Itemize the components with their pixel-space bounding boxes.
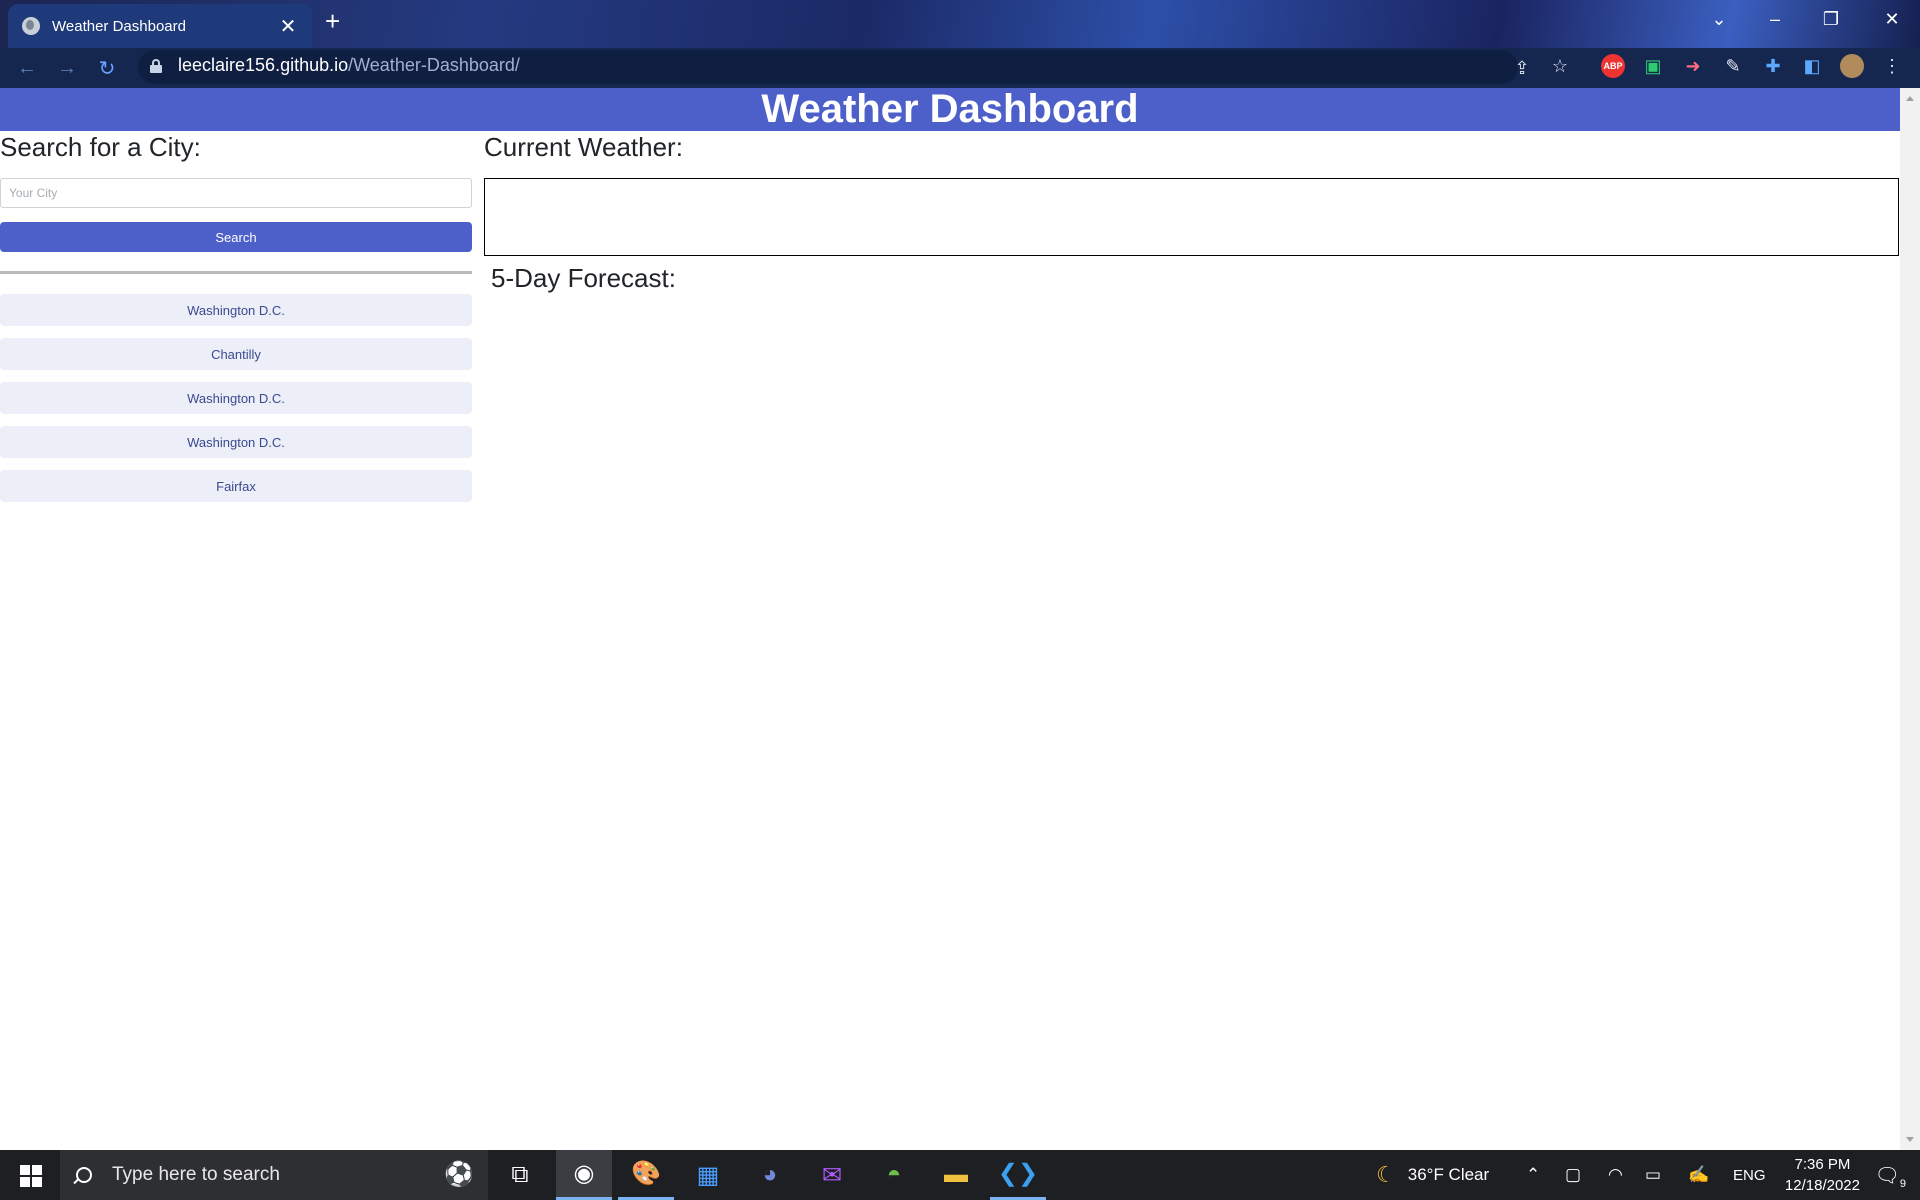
taskbar-search-placeholder: Type here to search xyxy=(112,1164,280,1185)
discord-icon[interactable]: ◕ xyxy=(742,1150,798,1200)
url-path: /Weather-Dashboard/ xyxy=(348,55,520,75)
page-scrollbar[interactable] xyxy=(1900,88,1920,1150)
wifi-icon[interactable]: ◠ xyxy=(1608,1150,1623,1200)
url-text[interactable]: leeclaire156.github.io/Weather-Dashboard… xyxy=(178,55,520,76)
paint-icon[interactable]: 🎨 xyxy=(618,1150,674,1200)
url-host: leeclaire156.github.io xyxy=(178,55,349,75)
divider xyxy=(0,271,472,274)
city-search-input[interactable] xyxy=(0,178,472,208)
browser-tab[interactable]: Weather Dashboard ✕ xyxy=(8,4,312,48)
lock-icon[interactable] xyxy=(150,59,162,73)
history-item[interactable]: Washington D.C. xyxy=(0,382,472,414)
profile-avatar[interactable] xyxy=(1840,54,1864,78)
messenger-icon[interactable]: ✉ xyxy=(804,1150,860,1200)
reload-icon[interactable]: ↻ xyxy=(92,54,122,82)
notification-count: 9 xyxy=(1899,1178,1906,1190)
new-tab-button[interactable]: + xyxy=(325,6,340,37)
extension-green-icon[interactable]: ▣ xyxy=(1641,54,1665,78)
close-tab-icon[interactable]: ✕ xyxy=(278,14,298,39)
taskbar: Type here to search ⚽ ⧉ ◉ 🎨 ▦ ◕ ✉ ◓ ▬ ❮❯… xyxy=(0,1150,1920,1200)
calendar-icon[interactable]: ▦ xyxy=(680,1150,736,1200)
extensions-puzzle-icon[interactable]: ✚ xyxy=(1761,54,1785,78)
task-view-icon[interactable]: ⧉ xyxy=(492,1150,548,1200)
taskbar-search-box[interactable]: Type here to search ⚽ xyxy=(60,1150,488,1200)
language-indicator[interactable]: ENG xyxy=(1733,1150,1766,1200)
search-button[interactable]: Search xyxy=(0,222,472,252)
history-item[interactable]: Fairfax xyxy=(0,470,472,502)
side-panel-icon[interactable]: ◧ xyxy=(1800,54,1824,78)
notification-icon[interactable]: 🗨9 xyxy=(1874,1163,1906,1190)
minimize-button[interactable]: – xyxy=(1747,0,1803,38)
weather-widget[interactable]: ☾ 36°F Clear xyxy=(1376,1150,1489,1200)
forward-icon[interactable]: → xyxy=(52,54,82,82)
clock[interactable]: 7:36 PM 12/18/2022 xyxy=(1785,1154,1860,1196)
back-icon[interactable]: ← xyxy=(12,54,42,82)
adblock-extension-icon[interactable]: ABP xyxy=(1601,54,1625,78)
current-weather-box xyxy=(484,178,1899,256)
search-highlight-icon: ⚽ xyxy=(444,1161,474,1188)
chrome-icon[interactable]: ◉ xyxy=(556,1150,612,1200)
current-weather-heading: Current Weather: xyxy=(484,132,683,162)
close-window-button[interactable]: ✕ xyxy=(1864,0,1920,38)
extension-pen-icon[interactable]: ✎ xyxy=(1721,54,1745,78)
globe-icon xyxy=(22,17,40,35)
search-heading: Search for a City: xyxy=(0,132,201,162)
search-icon xyxy=(76,1167,92,1183)
app-icon[interactable]: ◓ xyxy=(866,1150,922,1200)
battery-icon[interactable]: ▭ xyxy=(1645,1150,1661,1200)
windows-start-icon[interactable] xyxy=(20,1165,42,1187)
history-item[interactable]: Washington D.C. xyxy=(0,294,472,326)
vscode-icon[interactable]: ❮❯ xyxy=(990,1150,1046,1200)
bookmark-star-icon[interactable]: ☆ xyxy=(1548,54,1572,78)
restore-button[interactable]: ❐ xyxy=(1803,0,1859,38)
file-explorer-icon[interactable]: ▬ xyxy=(928,1150,984,1200)
browser-tab-strip: Weather Dashboard ✕ + ⌄ – ❐ ✕ xyxy=(0,0,1920,48)
forecast-heading: 5-Day Forecast: xyxy=(491,263,676,293)
tab-title: Weather Dashboard xyxy=(52,17,186,35)
clock-date: 12/18/2022 xyxy=(1784,1177,1860,1194)
moon-icon: ☾ xyxy=(1376,1162,1396,1187)
browser-menu-icon[interactable]: ⋮ xyxy=(1880,54,1904,78)
pen-icon[interactable]: ✍ xyxy=(1688,1150,1709,1200)
weather-text: 36°F Clear xyxy=(1407,1165,1490,1184)
share-icon[interactable]: ⇪ xyxy=(1510,56,1534,80)
show-hidden-icons[interactable]: ⌃ xyxy=(1526,1150,1540,1200)
page-header: Weather Dashboard xyxy=(0,88,1900,131)
tab-search-icon[interactable]: ⌄ xyxy=(1691,0,1747,38)
history-item[interactable]: Chantilly xyxy=(0,338,472,370)
extension-pink-icon[interactable]: ➜ xyxy=(1681,54,1705,78)
tray-app-icon[interactable]: ▢ xyxy=(1565,1150,1581,1200)
page-content: Weather Dashboard Search for a City: Sea… xyxy=(0,88,1900,1150)
clock-time: 7:36 PM xyxy=(1794,1156,1851,1173)
history-item[interactable]: Washington D.C. xyxy=(0,426,472,458)
